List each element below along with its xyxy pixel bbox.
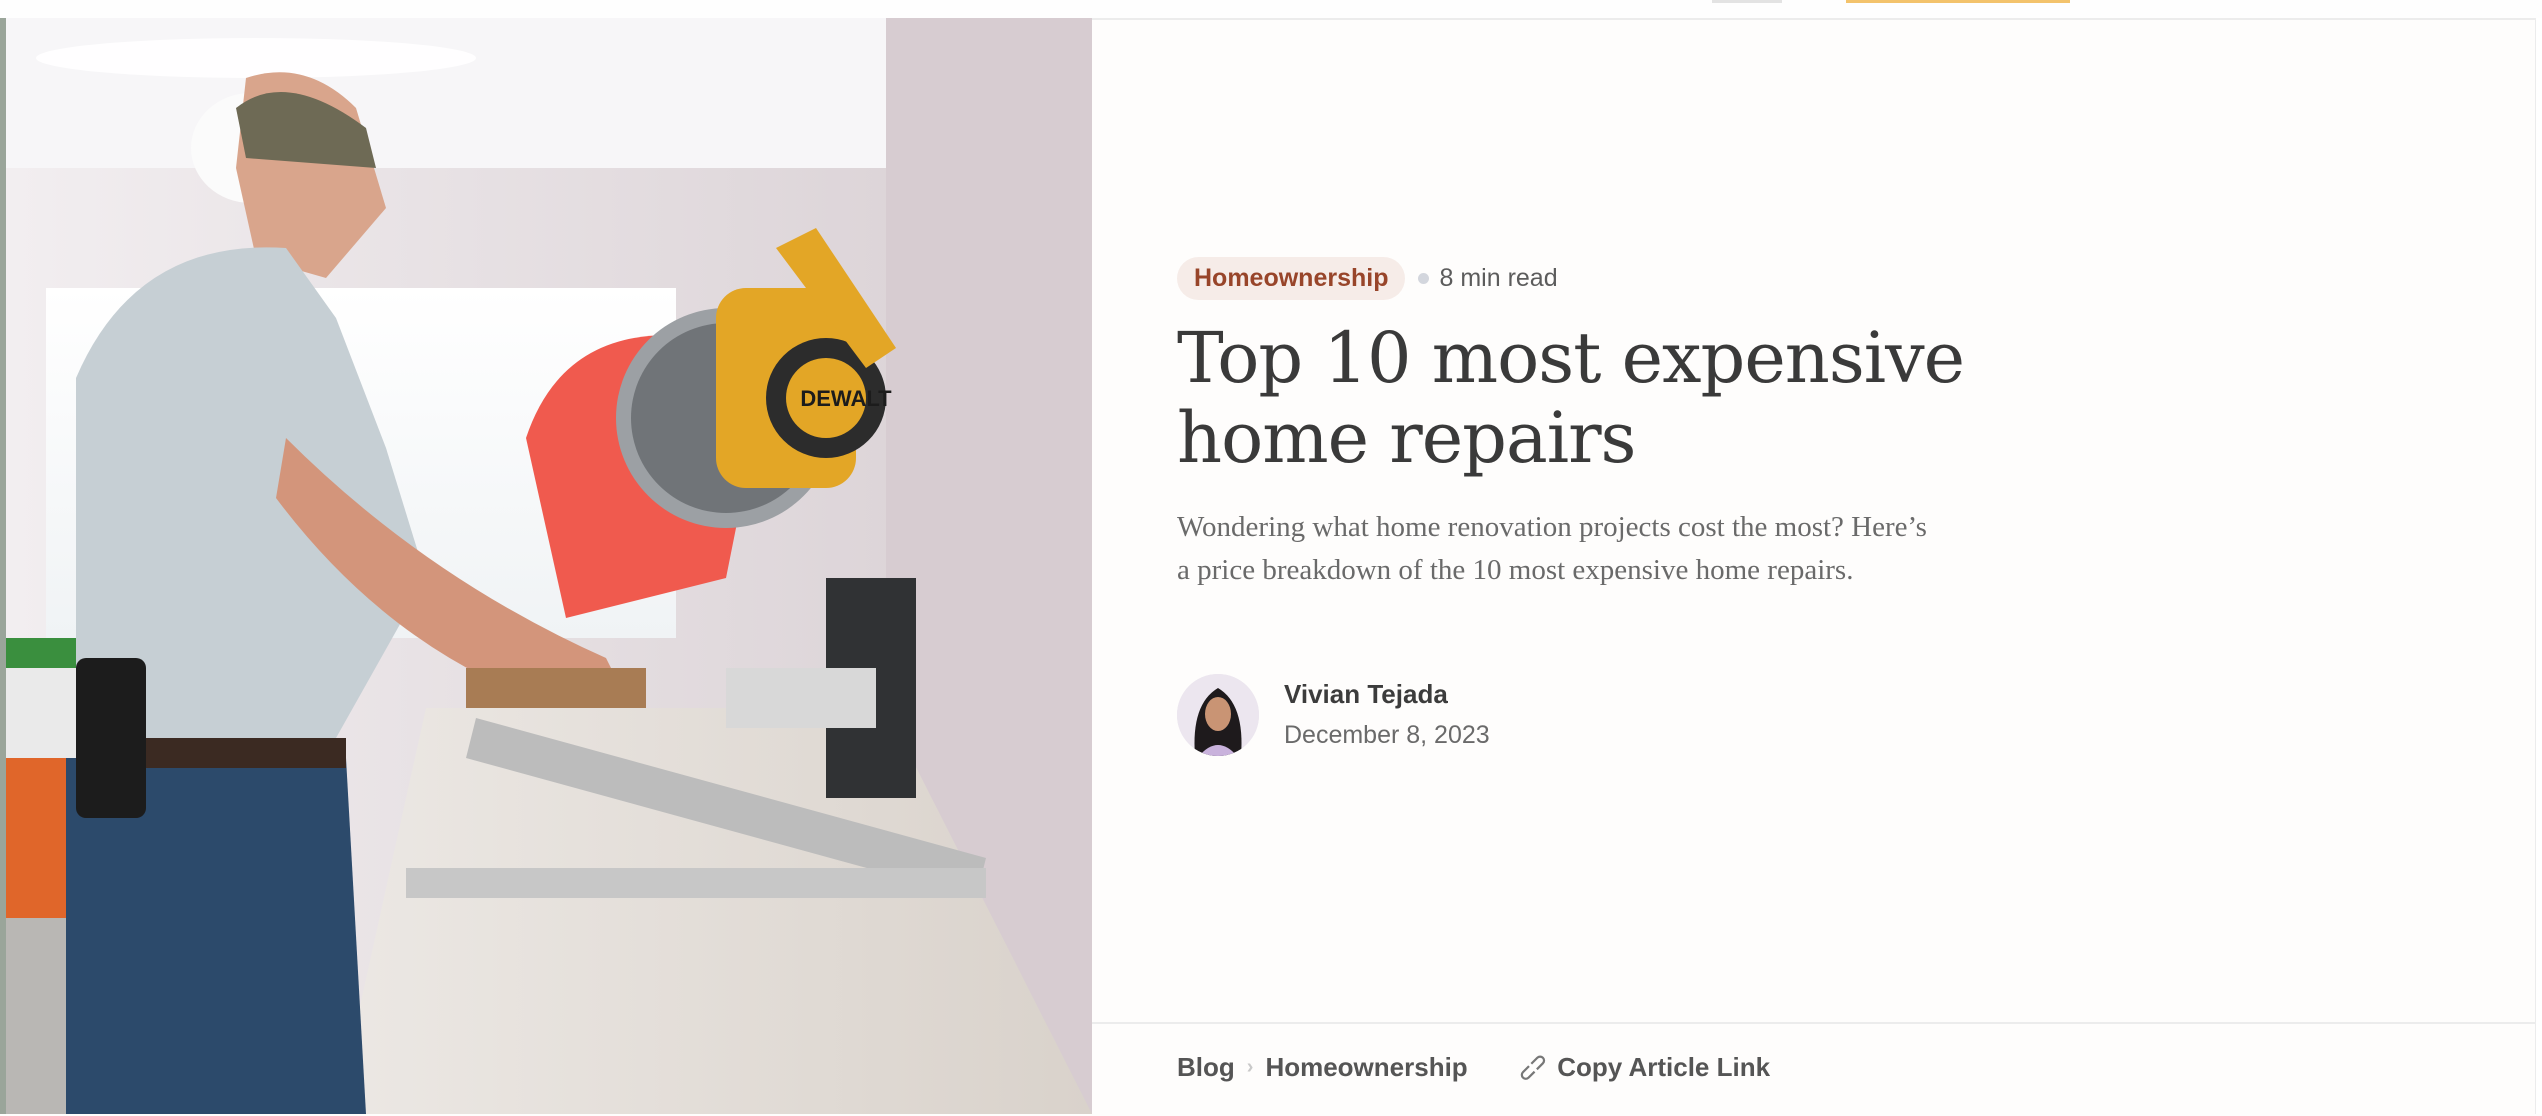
article-footer-bar: Blog › Homeownership ⊂⊃ Copy Article Lin… <box>1092 1022 2535 1116</box>
read-time: 8 min read <box>1439 264 1558 292</box>
nav-button-partial[interactable] <box>1712 0 1782 3</box>
article-subtitle: Wondering what home renovation projects … <box>1177 506 2057 592</box>
article-title: Top 10 most expensive home repairs <box>1177 318 2057 478</box>
saw-brand-label: DEWALT <box>800 386 892 411</box>
article-meta: Homeownership 8 min read <box>1177 257 2057 300</box>
separator-dot <box>1418 273 1430 284</box>
avatar[interactable] <box>1177 674 1259 756</box>
title-line-1: Top 10 most expensive <box>1177 317 1965 399</box>
copy-link-label: Copy Article Link <box>1557 1052 1771 1082</box>
link-icon: ⊂⊃ <box>1513 1048 1553 1088</box>
copy-article-link-button[interactable]: ⊂⊃ Copy Article Link <box>1513 1048 1771 1087</box>
chevron-right-icon: › <box>1246 1056 1254 1078</box>
scrollbar[interactable] <box>2535 18 2542 1114</box>
hero-image: DEWALT <box>6 18 1092 1114</box>
article-header: Homeownership 8 min read Top 10 most exp… <box>1177 257 2057 592</box>
breadcrumb: Blog › Homeownership ⊂⊃ Copy Article Lin… <box>1177 1048 1771 1087</box>
author-block: Vivian Tejada December 8, 2023 <box>1177 674 1490 756</box>
title-line-2: home repairs <box>1177 397 1636 479</box>
breadcrumb-homeownership[interactable]: Homeownership <box>1265 1052 1467 1083</box>
subtitle-line-1: Wondering what home renovation projects … <box>1177 511 1927 543</box>
breadcrumb-blog[interactable]: Blog <box>1177 1052 1235 1083</box>
subtitle-line-2: a price breakdown of the 10 most expensi… <box>1177 554 1854 586</box>
nav-cta-button-partial[interactable] <box>1846 0 2070 3</box>
publish-date: December 8, 2023 <box>1284 721 1490 749</box>
author-name[interactable]: Vivian Tejada <box>1284 676 1490 712</box>
top-nav-strip <box>0 0 2542 20</box>
author-text: Vivian Tejada December 8, 2023 <box>1284 676 1490 754</box>
category-tag[interactable]: Homeownership <box>1177 257 1406 300</box>
